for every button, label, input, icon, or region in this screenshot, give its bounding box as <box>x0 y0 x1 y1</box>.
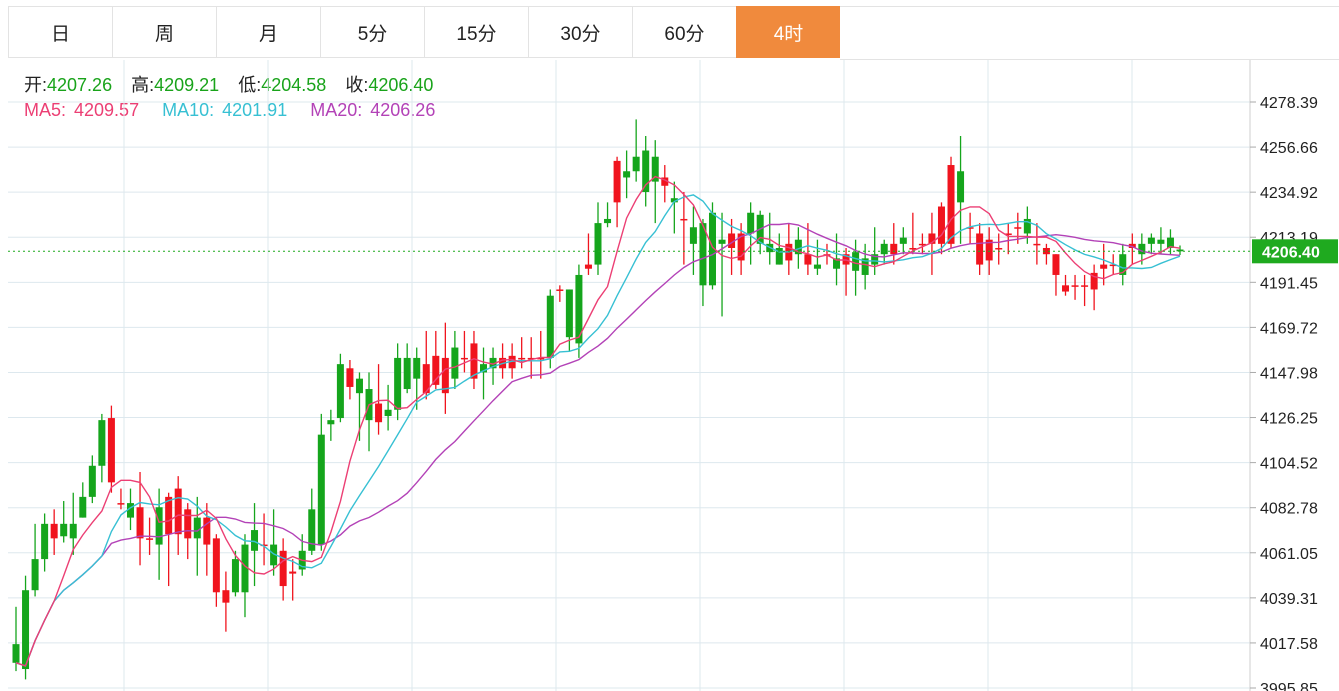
candle-down <box>69 523 77 539</box>
candle-up <box>584 264 592 269</box>
candle-up <box>222 590 230 603</box>
candle-down <box>623 171 631 178</box>
y-tick-label: 4061.05 <box>1260 546 1318 563</box>
candle-up <box>1062 285 1070 292</box>
candle-down <box>451 347 459 379</box>
candle-up <box>184 509 192 539</box>
tab-5min[interactable]: 5分 <box>320 6 424 58</box>
tab-4hour[interactable]: 4时 <box>736 6 840 58</box>
last-price-label: 4206.40 <box>1262 244 1320 261</box>
candle-up <box>146 538 154 540</box>
y-tick-label: 3995.85 <box>1260 681 1318 691</box>
candle-down <box>957 171 965 203</box>
candle-down <box>880 243 888 255</box>
candle-down <box>317 434 325 545</box>
y-tick-label: 4169.72 <box>1260 320 1318 337</box>
y-tick-label: 4017.58 <box>1260 636 1318 653</box>
candle-down <box>1147 237 1155 244</box>
candlestick-chart[interactable]: 4278.394256.664234.924213.194191.454169.… <box>0 60 1339 691</box>
candle-up <box>50 523 58 539</box>
candle-up <box>947 165 955 244</box>
y-tick-label: 4256.66 <box>1260 140 1318 157</box>
candle-down <box>79 496 87 518</box>
y-tick-label: 4039.31 <box>1260 591 1318 608</box>
tab-month[interactable]: 月 <box>216 6 320 58</box>
candle-up <box>136 507 144 539</box>
tab-day[interactable]: 日 <box>8 6 112 58</box>
candle-down <box>594 223 602 265</box>
tab-30min[interactable]: 30分 <box>528 6 632 58</box>
y-tick-label: 4104.52 <box>1260 456 1318 473</box>
candle-up <box>680 218 688 221</box>
y-tick-label: 4147.98 <box>1260 365 1318 382</box>
candle-down <box>355 378 363 394</box>
candle-up <box>1100 264 1108 269</box>
candle-up <box>937 206 945 244</box>
candle-up <box>212 538 220 593</box>
candle-up <box>1014 227 1022 229</box>
tab-15min[interactable]: 15分 <box>424 6 528 58</box>
candle-up <box>279 550 287 587</box>
candle-down <box>718 239 726 244</box>
candle-down <box>604 218 612 224</box>
y-tick-label: 4191.45 <box>1260 275 1318 292</box>
y-tick-label: 4126.25 <box>1260 411 1318 428</box>
candle-up <box>518 357 526 360</box>
candle-down <box>899 237 907 244</box>
candle-down <box>98 420 106 466</box>
candle-down <box>88 465 96 497</box>
candle-down <box>403 357 411 390</box>
candle-down <box>12 644 20 663</box>
candle-up <box>556 289 564 291</box>
candle-down <box>394 357 402 410</box>
candle-down <box>813 264 821 269</box>
candle-down <box>1138 243 1146 255</box>
candle-down <box>413 357 421 379</box>
candle-up <box>1033 243 1041 246</box>
candle-up <box>613 160 621 203</box>
tabs-spacer <box>840 6 1339 60</box>
candle-down <box>747 212 755 234</box>
candle-down <box>546 295 554 358</box>
candle-up <box>1052 254 1060 275</box>
y-tick-label: 4234.92 <box>1260 185 1318 202</box>
candle-up <box>1081 285 1089 287</box>
candle-up <box>890 243 898 255</box>
candle-down <box>1157 239 1165 244</box>
candle-up <box>117 503 125 505</box>
candle-up <box>289 571 297 574</box>
candle-down <box>251 530 259 551</box>
y-tick-label: 4082.78 <box>1260 501 1318 518</box>
candle-up <box>174 488 182 535</box>
candle-down <box>327 420 335 425</box>
candle-down <box>31 559 39 591</box>
candle-down <box>193 517 201 539</box>
candle-down <box>60 523 68 537</box>
candle-up <box>976 233 984 265</box>
candle-up <box>107 418 115 483</box>
y-tick-label: 4278.39 <box>1260 95 1318 112</box>
timeframe-tabs: 日 周 月 5分 15分 30分 60分 4时 <box>8 6 1339 60</box>
candle-up <box>165 496 173 535</box>
candle-up <box>995 247 1003 250</box>
candle-down <box>336 364 344 419</box>
candle-up <box>375 403 383 423</box>
candle-down <box>231 559 239 593</box>
tab-60min[interactable]: 60分 <box>632 6 736 58</box>
candle-down <box>689 227 697 244</box>
candle-down <box>41 523 49 560</box>
candle-down <box>565 289 573 338</box>
candle-down <box>22 590 30 670</box>
candle-down <box>384 409 392 416</box>
candle-up <box>460 357 468 360</box>
candle-up <box>346 368 354 387</box>
ma20-line <box>15 222 1181 667</box>
candle-down <box>632 156 640 172</box>
candle-down <box>852 252 860 271</box>
candle-up <box>1071 285 1079 287</box>
candle-up <box>804 254 812 265</box>
candle-down <box>155 507 163 545</box>
tab-week[interactable]: 周 <box>112 6 216 58</box>
